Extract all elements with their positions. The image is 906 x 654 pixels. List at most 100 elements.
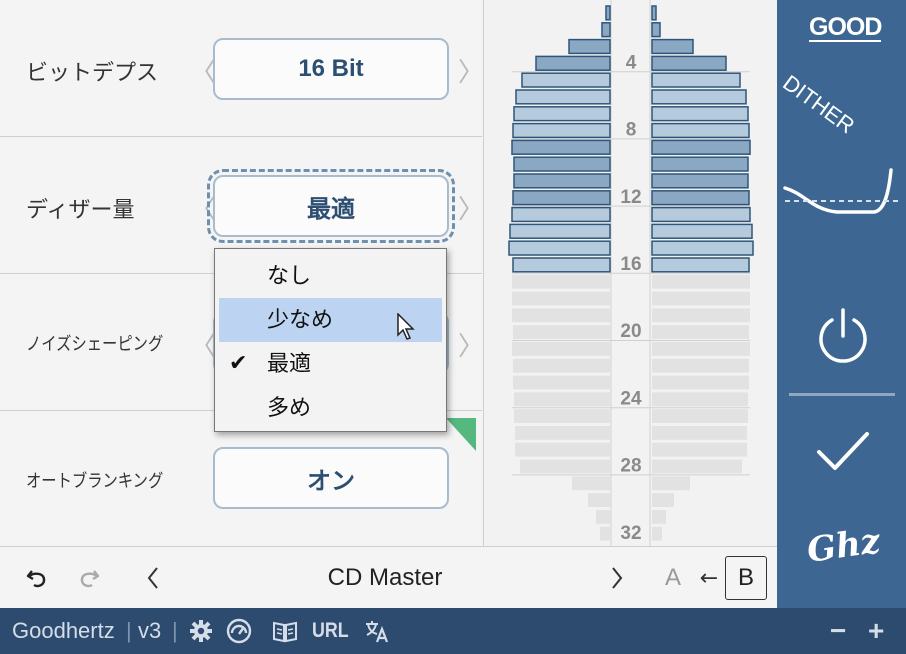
meter-bar-left — [513, 106, 611, 122]
zoom-in-button[interactable]: + — [868, 608, 884, 654]
meter-bar-right — [652, 358, 749, 373]
preset-name[interactable]: CD Master — [230, 547, 540, 609]
redo-button[interactable] — [74, 547, 104, 609]
footer-separator: | — [126, 618, 132, 643]
meter-bar-right — [652, 274, 750, 289]
meter-bar-left — [512, 190, 611, 206]
mouse-cursor-icon — [397, 313, 415, 340]
ab-b-button[interactable]: B — [725, 556, 767, 600]
checkmark-icon: ✔ — [229, 351, 248, 376]
brand-name[interactable]: Goodhertz — [12, 608, 115, 654]
meter-bar-left — [513, 173, 611, 189]
ab-copy-arrow[interactable]: ← — [696, 547, 722, 609]
meter-bar-left — [513, 358, 610, 373]
meter-bar-left — [512, 122, 611, 139]
meter-bar-right — [651, 223, 753, 239]
bit-meter: 4 8 12 16 20 24 28 32 — [483, 0, 777, 546]
dither-amount-label: ディザー量 — [26, 197, 135, 222]
footer-bar: Goodhertz | v3 | URL − + — [0, 608, 906, 654]
auto-blanking-label: オートブランキング — [26, 471, 164, 491]
undo-button[interactable] — [22, 547, 52, 609]
dropdown-option-none[interactable]: なし — [219, 254, 442, 298]
dither-amount-next-arrow[interactable]: 〉 — [458, 189, 484, 226]
meter-scale-label: 12 — [620, 187, 641, 208]
sidebar-divider — [789, 393, 895, 396]
meter-bar-right — [651, 206, 751, 223]
dropdown-option-optimal[interactable]: ✔ 最適 — [219, 342, 442, 386]
meter-scale-label: 28 — [620, 456, 641, 477]
meter-bar-right — [652, 291, 750, 306]
meter-bar-right — [651, 89, 747, 105]
meter-bar-right — [651, 173, 749, 189]
ab-a-button[interactable]: A — [660, 547, 686, 609]
goodhertz-logo[interactable]: Ghz — [805, 521, 883, 571]
power-icon[interactable] — [813, 306, 873, 366]
meter-scale-label: 24 — [620, 388, 642, 409]
option-label: 少なめ — [267, 307, 334, 332]
meter-bar-left — [588, 493, 610, 507]
meter-bar-left — [515, 426, 610, 440]
meter-bar-right — [651, 139, 751, 155]
meter-bar-right — [652, 342, 750, 356]
noise-shaping-label: ノイズシェーピング — [26, 334, 164, 354]
check-icon[interactable] — [815, 428, 871, 474]
manual-book-icon[interactable] — [272, 619, 298, 643]
version-label[interactable]: v3 — [138, 608, 161, 654]
meter-bar-left — [513, 375, 610, 390]
dither-amount-selector[interactable]: 最適 — [207, 169, 455, 243]
prev-preset-button[interactable] — [140, 547, 166, 609]
meter-bar-left — [513, 325, 610, 339]
meter-bar-right — [652, 476, 690, 491]
meter-icon[interactable] — [226, 618, 252, 644]
translate-icon[interactable] — [364, 618, 390, 644]
meter-bar-left — [512, 308, 610, 323]
url-link[interactable]: URL — [312, 608, 349, 654]
noise-curve-icon[interactable] — [777, 160, 906, 230]
meter-bar-right — [651, 190, 750, 206]
bit-depth-selector[interactable]: 16 Bit — [213, 38, 449, 100]
meter-bar-left — [601, 22, 611, 38]
meter-bar-right — [652, 308, 750, 323]
bit-depth-label: ビットデプス — [26, 60, 159, 85]
meter-bar-left — [512, 291, 610, 306]
meter-bar-right — [651, 122, 750, 139]
meter-bar-left — [572, 476, 610, 491]
meter-bar-right — [651, 156, 749, 172]
meter-bar-left — [509, 223, 611, 239]
meter-bar-right — [652, 510, 666, 524]
meter-bar-left — [568, 38, 611, 55]
meter-bar-left — [521, 72, 611, 88]
meter-bar-left — [512, 342, 610, 356]
noise-shaping-next-arrow[interactable]: 〉 — [458, 326, 484, 363]
meter-bar-left — [508, 240, 611, 256]
option-label: 多め — [267, 395, 312, 420]
chevron-left-icon — [147, 567, 158, 589]
footer-separator: | — [172, 618, 178, 643]
meter-bar-left — [520, 459, 610, 474]
meter-bar-left — [512, 257, 611, 273]
dropdown-option-high[interactable]: 多め — [219, 386, 442, 430]
meter-bar-right — [651, 38, 694, 55]
bit-depth-next-arrow[interactable]: 〉 — [458, 52, 484, 89]
meter-bar-left — [511, 206, 611, 223]
meter-bar-left — [605, 5, 611, 21]
zoom-out-button[interactable]: − — [830, 608, 846, 654]
meter-bar-left — [512, 274, 610, 289]
meter-bar-right — [652, 493, 674, 507]
next-preset-button[interactable] — [604, 547, 630, 609]
meter-scale-label: 16 — [620, 254, 641, 275]
auto-blanking-selector[interactable]: オン — [213, 447, 449, 509]
gear-icon[interactable] — [189, 619, 213, 643]
logo-dither: DITHER — [778, 70, 860, 139]
chevron-right-icon — [612, 567, 623, 589]
meter-bar-right — [652, 392, 748, 407]
option-label: なし — [267, 263, 312, 288]
meter-bar-right — [652, 426, 747, 440]
meter-scale-label: 4 — [626, 52, 637, 73]
meter-bar-right — [652, 526, 662, 541]
sidebar: GOOD DITHER Ghz — [777, 0, 906, 608]
meter-bar-right — [652, 459, 742, 474]
meter-bar-left — [535, 55, 611, 71]
meter-bar-left — [514, 409, 610, 423]
preset-bar: CD Master A ← B — [0, 546, 777, 608]
